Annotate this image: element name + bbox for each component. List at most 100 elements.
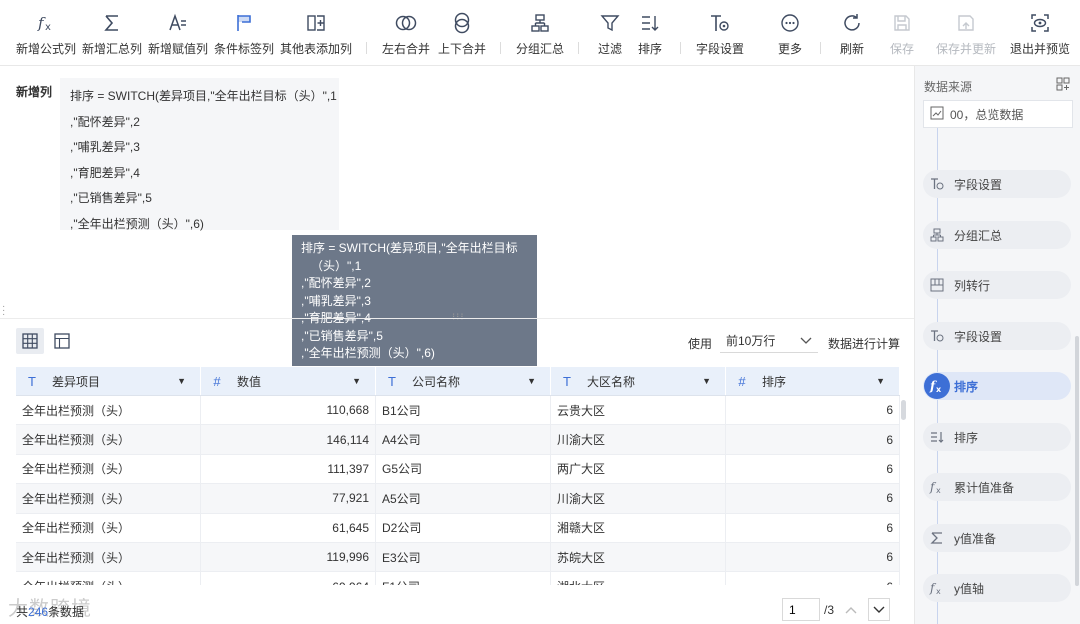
table-cell[interactable]: 全年出栏预测（头） — [16, 425, 201, 454]
merge-up-down-button[interactable]: 上下合并 — [436, 10, 488, 60]
data-table: T 差异项目 ▼ # 数值 ▼ T 公司名称 ▼ T 大区名称 ▼ # 排序 ▼ 全年出栏预测（头）… — [16, 367, 900, 585]
side-drag-handle-icon[interactable]: · · · — [2, 302, 5, 320]
caret-down-icon[interactable]: ▼ — [352, 376, 361, 386]
prev-page-button[interactable] — [840, 598, 862, 621]
table-cell[interactable]: G5公司 — [376, 454, 551, 484]
page-number-input[interactable] — [782, 598, 820, 621]
table-row[interactable]: 全年出栏预测（头） 119,996 E3公司 苏皖大区 6 — [16, 542, 900, 573]
step-item[interactable]: 字段设置 — [923, 170, 1071, 198]
step-item[interactable]: 排序 — [923, 423, 1071, 451]
grid-view-button[interactable] — [16, 328, 44, 354]
table-row[interactable]: 全年出栏预测（头） 77,921 A5公司 川渝大区 6 — [16, 484, 900, 514]
table-row[interactable]: 全年出栏预测（头） 110,668 B1公司 云贵大区 6 — [16, 396, 900, 426]
table-cell[interactable]: 川渝大区 — [551, 425, 726, 454]
table-cell[interactable]: 6 — [726, 542, 900, 572]
toolbar-label: 退出并预览 — [1010, 42, 1071, 56]
layout-view-button[interactable] — [48, 328, 76, 354]
table-cell[interactable]: 77,921 — [201, 484, 376, 513]
exit-and-preview-button[interactable]: 退出并预览 — [1010, 10, 1070, 60]
split-divider[interactable] — [0, 318, 914, 319]
table-cell[interactable]: 湖北大区 — [551, 572, 726, 585]
refresh-button[interactable]: 刷新 — [836, 10, 868, 60]
caret-down-icon[interactable]: ▼ — [702, 376, 711, 386]
table-cell[interactable]: 119,996 — [201, 542, 376, 572]
step-item[interactable]: f x 累计值准备 — [923, 473, 1071, 501]
step-item[interactable]: 字段设置 — [923, 322, 1071, 350]
toolbar-label: 分组汇总 — [515, 42, 564, 56]
caret-down-icon[interactable]: ▼ — [527, 376, 536, 386]
table-cell[interactable]: A4公司 — [376, 425, 551, 454]
column-header[interactable]: # 数值 ▼ — [201, 367, 376, 395]
table-cell[interactable]: 111,397 — [201, 454, 376, 484]
column-header[interactable]: T 差异项目 ▼ — [16, 367, 201, 395]
table-cell[interactable]: 两广大区 — [551, 454, 726, 484]
table-cell[interactable]: 全年出栏预测（头） — [16, 454, 201, 484]
save-button[interactable]: 保存 — [886, 10, 918, 60]
text-type-icon: T — [563, 373, 571, 389]
step-item[interactable]: y值准备 — [923, 524, 1071, 552]
condition-tag-column-button[interactable]: 条件标签列 — [214, 10, 274, 60]
table-cell[interactable]: 湘赣大区 — [551, 513, 726, 542]
table-cell[interactable]: 云贵大区 — [551, 396, 726, 425]
table-row[interactable]: 全年出栏预测（头） 61,645 D2公司 湘赣大区 6 — [16, 513, 900, 543]
table-row[interactable]: 全年出栏预测（头） 146,114 A4公司 川渝大区 6 — [16, 425, 900, 455]
table-cell[interactable]: D2公司 — [376, 513, 551, 542]
table-row[interactable]: 全年出栏预测（头）69,964F1公司湖北大区6 — [16, 572, 900, 585]
caret-down-icon[interactable]: ▼ — [177, 376, 186, 386]
table-cell[interactable]: F1公司 — [376, 572, 551, 585]
table-cell[interactable]: 61,645 — [201, 513, 376, 542]
column-header[interactable]: T 公司名称 ▼ — [376, 367, 551, 395]
merge-left-right-button[interactable]: 左右合并 — [380, 10, 432, 60]
column-header[interactable]: T 大区名称 ▼ — [551, 367, 726, 395]
table-cell[interactable]: 全年出栏预测（头） — [16, 542, 201, 572]
table-scrollbar[interactable] — [901, 400, 906, 420]
table-cell[interactable]: 全年出栏预测（头） — [16, 572, 201, 585]
toolbar-label: 排序 — [637, 42, 662, 56]
formula-line: 排序 = SWITCH(差异项目,"全年出栏目标（头）",1 — [70, 89, 337, 103]
step-item[interactable]: 分组汇总 — [923, 221, 1071, 249]
table-cell[interactable]: 69,964 — [201, 572, 376, 585]
table-cell[interactable]: 全年出栏预测（头） — [16, 484, 201, 513]
column-header[interactable]: # 排序 ▼ — [726, 367, 900, 395]
table-cell[interactable]: 川渝大区 — [551, 484, 726, 513]
table-cell[interactable]: 6 — [726, 425, 900, 454]
more-button[interactable]: 更多 — [774, 10, 806, 60]
formula-editor[interactable]: 排序 = SWITCH(差异项目,"全年出栏目标（头）",1 ,"配怀差异",2… — [60, 78, 339, 231]
layout-toggle-icon[interactable] — [1056, 77, 1070, 94]
table-cell[interactable]: 6 — [726, 396, 900, 425]
panel-scrollbar[interactable] — [1075, 336, 1079, 586]
formula-line: ,"已销售差异",5 — [70, 191, 152, 205]
table-cell[interactable]: 6 — [726, 454, 900, 484]
table-cell[interactable]: B1公司 — [376, 396, 551, 425]
table-cell[interactable]: 全年出栏预测（头） — [16, 513, 201, 542]
table-cell[interactable]: 苏皖大区 — [551, 542, 726, 572]
step-item[interactable]: f x y值轴 — [923, 574, 1071, 602]
group-summary-button[interactable]: 分组汇总 — [514, 10, 566, 60]
row-limit-select[interactable]: 前10万行 — [720, 329, 818, 353]
sort-button[interactable]: 排序 — [634, 10, 666, 60]
add-summary-column-button[interactable]: 新增汇总列 — [82, 10, 142, 60]
add-assign-column-button[interactable]: 新增赋值列 — [148, 10, 208, 60]
table-cell[interactable]: 146,114 — [201, 425, 376, 454]
step-item[interactable]: f x 排序 — [923, 372, 1071, 400]
table-cell[interactable]: E3公司 — [376, 542, 551, 572]
next-page-button[interactable] — [868, 598, 890, 621]
data-source-item[interactable]: 00，总览数据 — [923, 100, 1073, 128]
table-cell[interactable]: 6 — [726, 513, 900, 542]
table-cell[interactable]: 全年出栏预测（头） — [16, 396, 201, 425]
flag-icon — [234, 10, 254, 36]
step-item[interactable]: 列转行 — [923, 271, 1071, 299]
table-cell[interactable]: 110,668 — [201, 396, 376, 425]
count-prefix: 共 — [16, 605, 29, 619]
table-cell[interactable]: 6 — [726, 572, 900, 585]
save-and-update-button[interactable]: 保存并更新 — [936, 10, 996, 60]
table-cell[interactable]: 6 — [726, 484, 900, 513]
table-cell[interactable]: A5公司 — [376, 484, 551, 513]
group-icon — [924, 222, 950, 248]
caret-down-icon[interactable]: ▼ — [876, 376, 885, 386]
add-formula-column-button[interactable]: fx 新增公式列 — [16, 10, 76, 60]
filter-button[interactable]: 过滤 — [594, 10, 626, 60]
add-from-other-table-button[interactable]: 其他表添加列 — [280, 10, 352, 60]
field-settings-button[interactable]: 字段设置 — [694, 10, 746, 60]
table-row[interactable]: 全年出栏预测（头） 111,397 G5公司 两广大区 6 — [16, 454, 900, 485]
